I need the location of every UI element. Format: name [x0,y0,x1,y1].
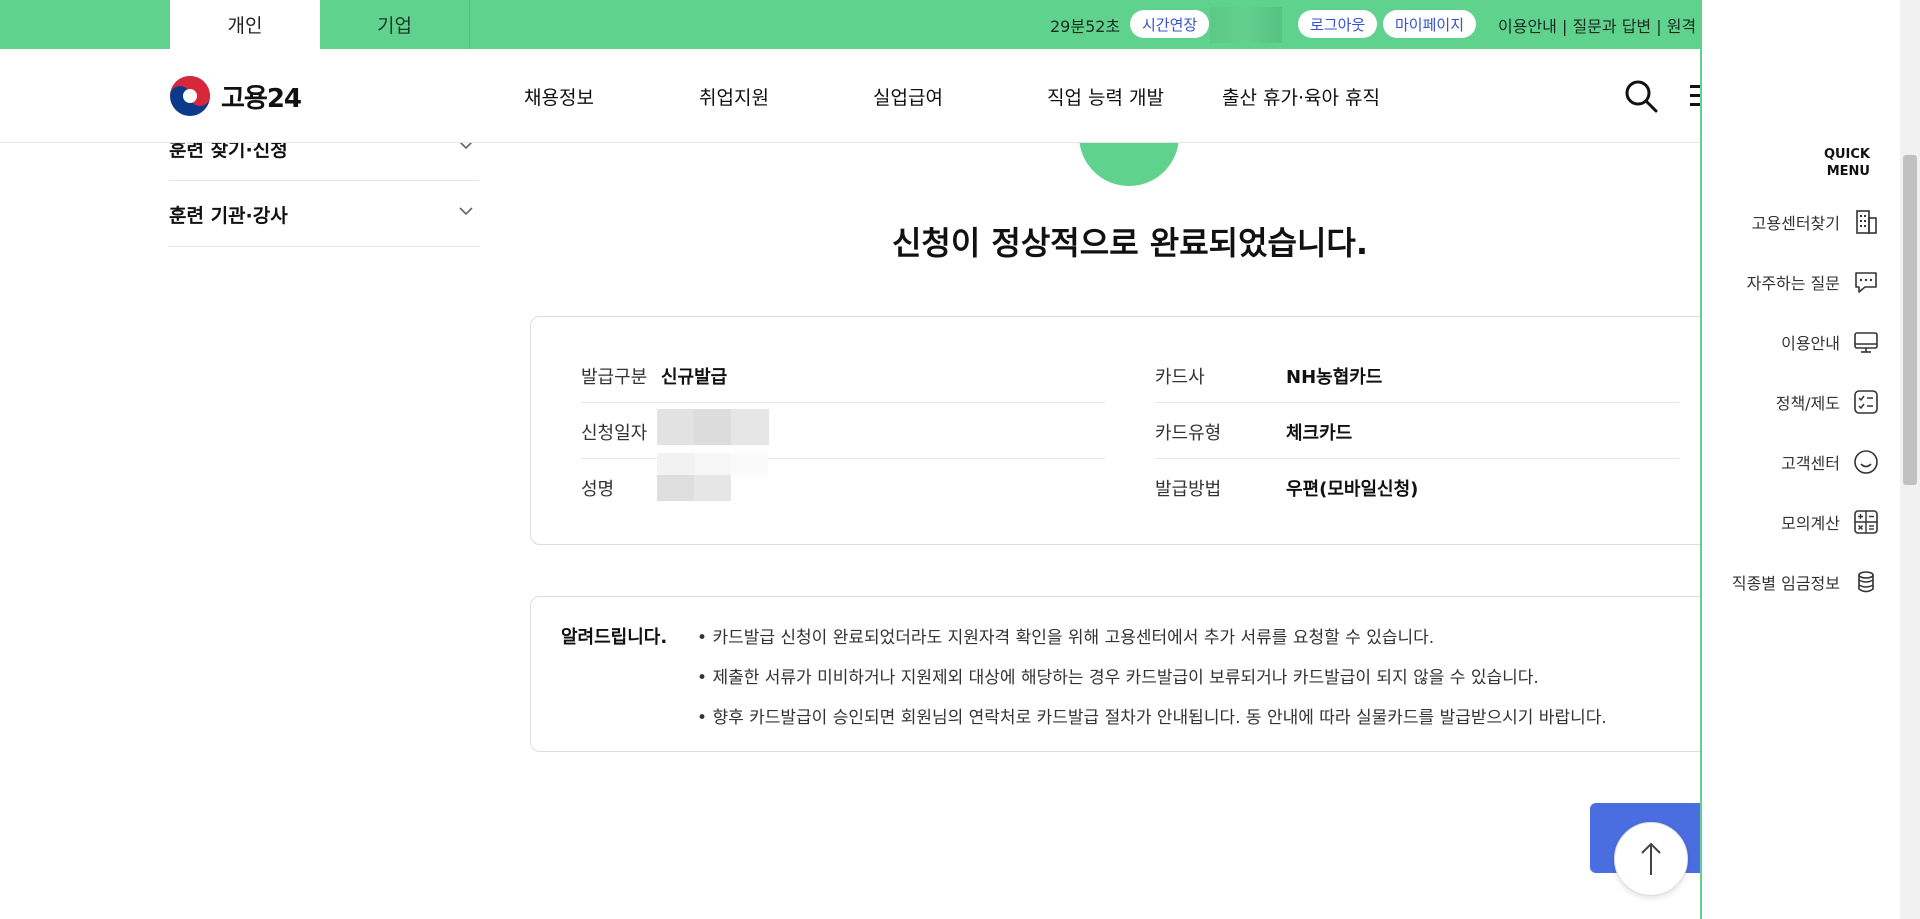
quick-item-label: 직종별 임금정보 [1731,574,1840,593]
top-utility-bar: 개인 기업 29분52초 시간연장 로그아웃 마이페이지 이용안내 | 질문과 … [0,0,1700,49]
quick-item-calculator[interactable]: 모의계산 [1781,502,1880,542]
field-label: 성명 [581,479,615,500]
scroll-to-top-button[interactable] [1614,822,1688,896]
nav-job-info[interactable]: 채용정보 [524,83,594,110]
quick-item-customer-center[interactable]: 고객센터 [1781,442,1880,482]
quick-item-label: 자주하는 질문 [1746,274,1840,293]
notice-item: 제출한 서류가 미비하거나 지원제외 대상에 해당하는 경우 카드발급이 보류되… [697,663,1607,703]
building-icon [1856,210,1877,234]
tab-business[interactable]: 기업 [320,0,470,49]
field-value: 신규발급 [661,367,728,388]
notice-title: 알려드립니다. [561,627,668,648]
row-application-date: 신청일자 [581,403,1105,459]
page-title: 신청이 정상적으로 완료되었습니다. [891,224,1369,262]
field-label: 발급방법 [1155,479,1222,500]
site-logo[interactable]: 고용24 [169,75,302,117]
application-summary: 발급구분 신규발급 신청일자 성명 카드사 NH농협카드 카드유형 체크카드 발… [530,316,1730,545]
utility-links[interactable]: 이용안내 | 질문과 답변 | 원격 [1498,13,1696,37]
row-card-type: 카드유형 체크카드 [1155,403,1679,459]
page-scrollbar[interactable] [1900,0,1920,919]
row-card-company: 카드사 NH농협카드 [1155,347,1679,403]
field-label: 발급구분 [581,367,648,388]
sidebar-item-training-institution[interactable]: 훈련 기관·강사 [169,181,479,247]
notice-item: 향후 카드발급이 승인되면 회원님의 연락처로 카드발급 절차가 안내됩니다. … [697,703,1606,743]
nav-vocational-training[interactable]: 직업 능력 개발 [1047,83,1164,110]
row-name: 성명 [581,453,1105,515]
redacted-user-name [1210,7,1282,43]
logout-button[interactable]: 로그아웃 [1298,10,1378,38]
redacted-name [657,453,768,501]
field-label: 신청일자 [581,423,648,444]
notice-box: 알려드립니다. 카드발급 신청이 완료되었더라도 지원자격 확인을 위해 고용센… [530,596,1730,752]
site-header: 고용24 채용정보 취업지원 실업급여 직업 능력 개발 출산 휴가·육아 휴직 [0,49,1702,143]
smile-icon [1854,450,1878,474]
extend-session-button[interactable]: 시간연장 [1130,10,1210,38]
taegeuk-logo-icon [170,76,210,116]
nav-maternity-parental-leave[interactable]: 출산 휴가·육아 휴직 [1222,83,1380,110]
nav-employment-support[interactable]: 취업지원 [699,83,769,110]
notice-item: 카드발급 신청이 완료되었더라도 지원자격 확인을 위해 고용센터에서 추가 서… [697,623,1607,663]
row-issue-type: 발급구분 신규발급 [581,347,1105,403]
quick-menu: QUICK MENU 고용센터찾기 자주하는 질문 이용안내 정책/제도 고객센… [1700,0,1900,919]
mypage-button[interactable]: 마이페이지 [1383,10,1477,38]
quick-item-faq[interactable]: 자주하는 질문 [1747,262,1880,302]
scrollbar-thumb[interactable] [1903,155,1917,485]
quick-item-label: 정책/제도 [1775,394,1840,413]
session-timer: 29분52초 [1050,17,1121,36]
monitor-icon [1854,332,1878,353]
chevron-down-icon [459,207,473,216]
quick-item-label: 모의계산 [1781,514,1840,533]
quick-item-policy[interactable]: 정책/제도 [1776,382,1880,422]
quick-item-label: 고객센터 [1781,454,1840,473]
field-label: 카드유형 [1155,423,1222,444]
row-issue-method: 발급방법 우편(모바일신청) [1155,459,1679,515]
field-label: 카드사 [1155,367,1205,388]
calculator-icon [1854,510,1878,534]
quick-item-guide[interactable]: 이용안내 [1781,322,1880,362]
notice-list: 카드발급 신청이 완료되었더라도 지원자격 확인을 위해 고용센터에서 추가 서… [697,623,1607,743]
quick-item-find-center[interactable]: 고용센터찾기 [1752,202,1880,242]
search-icon[interactable] [1624,79,1658,113]
coins-icon [1858,571,1874,593]
quick-item-label: 고용센터찾기 [1751,214,1840,233]
logo-text: 고용24 [221,83,302,114]
checklist-icon [1854,390,1878,414]
quick-item-label: 이용안내 [1781,334,1840,353]
field-value: NH농협카드 [1286,367,1383,388]
quick-item-wage-info[interactable]: 직종별 임금정보 [1732,562,1880,602]
quick-menu-title: QUICK MENU [1823,147,1870,179]
sidebar-item-label: 훈련 기관·강사 [169,205,288,227]
tab-personal[interactable]: 개인 [170,0,320,49]
field-value: 우편(모바일신청) [1286,479,1419,500]
redacted-date [657,409,769,445]
arrow-up-icon [1641,842,1661,875]
nav-unemployment-benefit[interactable]: 실업급여 [873,83,943,110]
chat-icon [1855,272,1877,293]
field-value: 체크카드 [1286,423,1353,444]
